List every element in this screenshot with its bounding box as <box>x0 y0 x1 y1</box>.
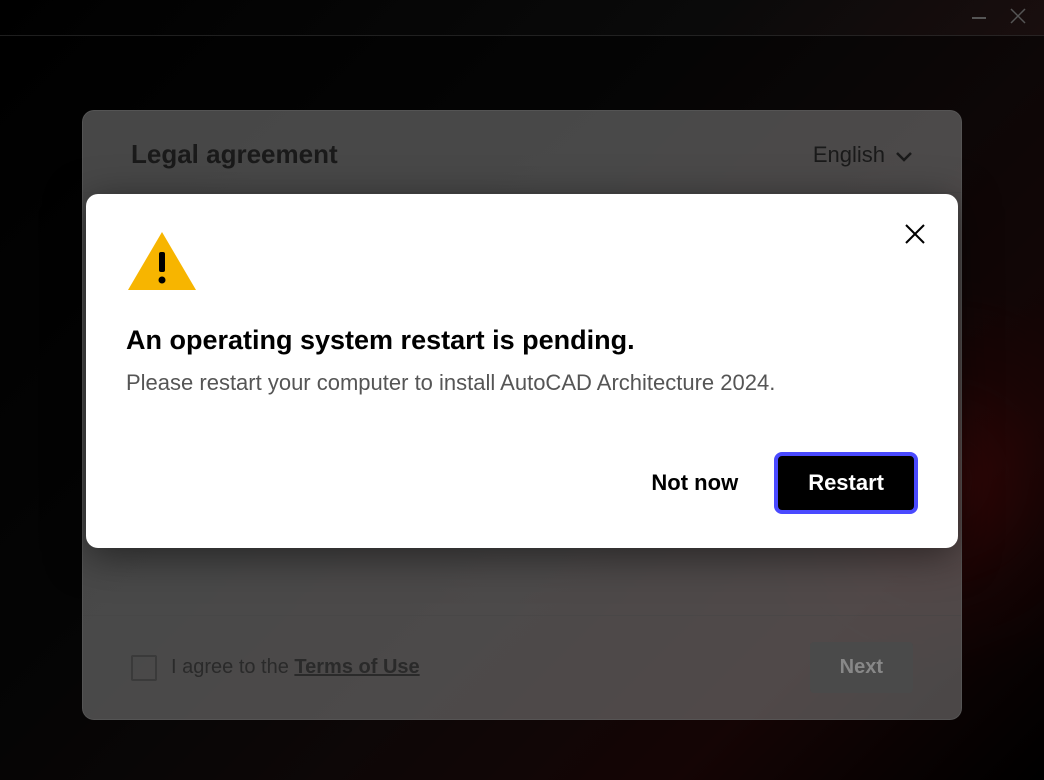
warning-icon <box>126 230 918 297</box>
restart-button[interactable]: Restart <box>774 452 918 514</box>
agree-row: I agree to the Terms of Use <box>131 655 420 681</box>
installer-header: Legal agreement English <box>83 111 961 193</box>
agree-checkbox[interactable] <box>131 655 157 681</box>
not-now-button[interactable]: Not now <box>651 470 738 496</box>
modal-actions: Not now Restart <box>126 452 918 514</box>
restart-modal: An operating system restart is pending. … <box>86 194 958 548</box>
title-bar <box>0 0 1044 36</box>
modal-body: Please restart your computer to install … <box>126 370 918 396</box>
language-selector[interactable]: English <box>813 142 913 168</box>
language-label: English <box>813 142 885 168</box>
chevron-down-icon <box>895 142 913 168</box>
window-close-icon[interactable] <box>1010 8 1026 28</box>
window-frame: Legal agreement English I agree to the T… <box>0 0 1044 780</box>
page-title: Legal agreement <box>131 139 338 170</box>
agree-text: I agree to the Terms of Use <box>171 656 420 679</box>
installer-footer: I agree to the Terms of Use Next <box>83 615 961 719</box>
close-icon[interactable] <box>904 222 926 250</box>
agree-prefix: I agree to the <box>171 656 294 678</box>
next-button[interactable]: Next <box>810 642 913 693</box>
terms-of-use-link[interactable]: Terms of Use <box>294 656 419 678</box>
modal-heading: An operating system restart is pending. <box>126 325 918 356</box>
minimize-icon[interactable] <box>972 17 986 19</box>
